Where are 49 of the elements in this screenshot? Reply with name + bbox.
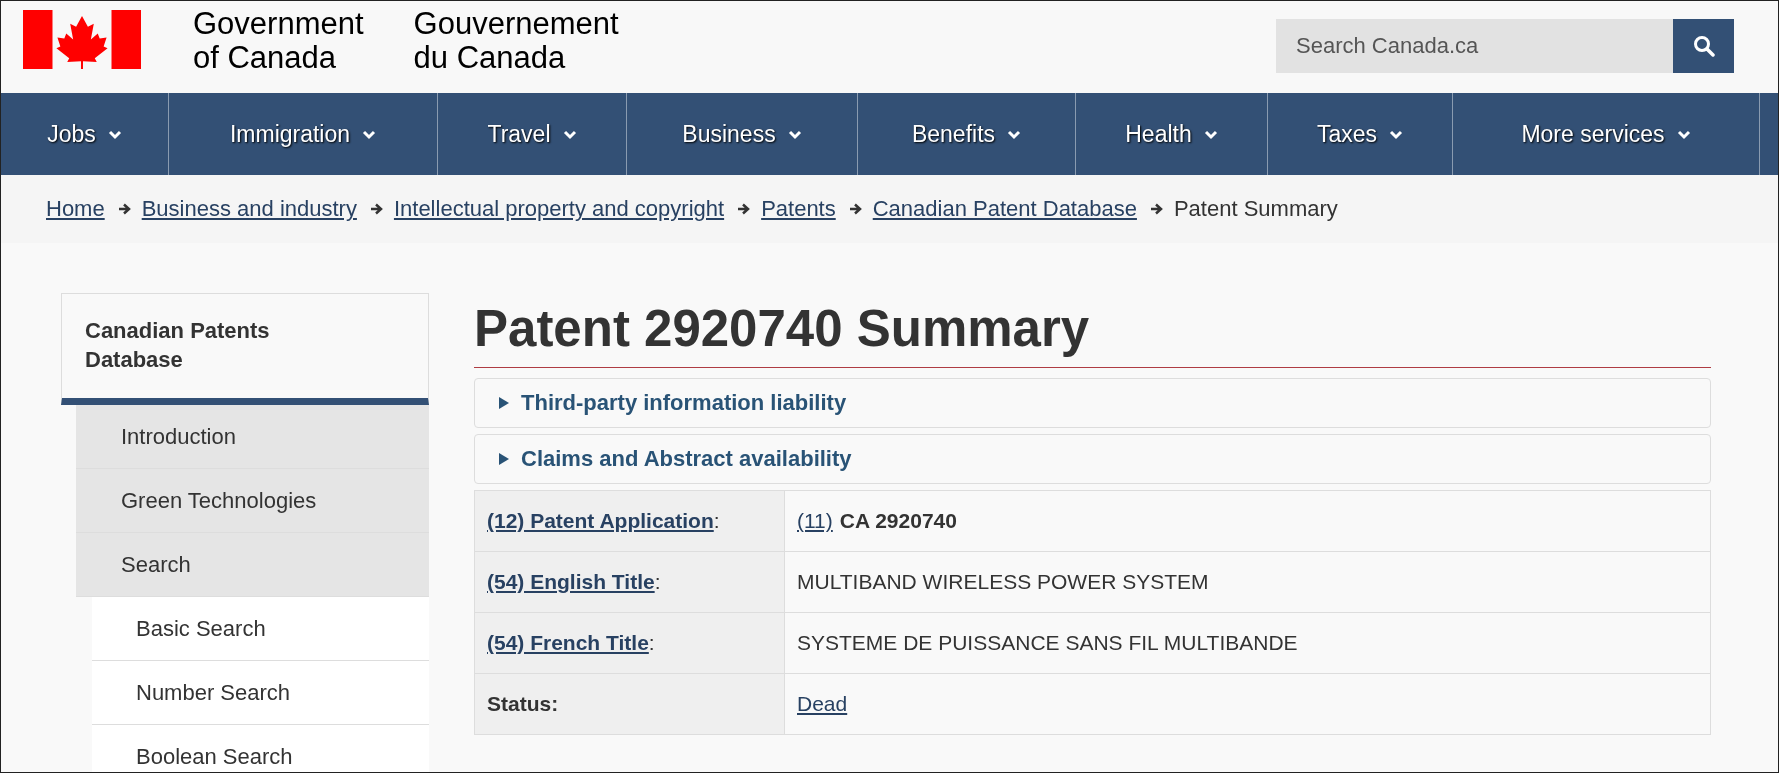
chevron-down-icon — [787, 128, 802, 140]
breadcrumb-current: Patent Summary — [1173, 196, 1338, 222]
site-title: Gouvernement du Canada — [413, 7, 619, 75]
field-link[interactable]: (54) French Title — [487, 631, 649, 655]
arrow-right-icon — [737, 203, 752, 215]
colon-text: : — [713, 509, 720, 533]
page-title: Patent 2920740 Summary — [474, 293, 1711, 368]
chevron-down-icon — [107, 128, 122, 140]
sidebar-item[interactable]: Basic Search — [92, 597, 429, 661]
arrow-right-icon — [117, 203, 132, 215]
search-button[interactable] — [1673, 19, 1734, 73]
breadcrumb-link[interactable]: Patents — [761, 196, 836, 222]
expandable-section[interactable]: Third-party information liability — [474, 378, 1711, 428]
sidebar-item[interactable]: Green Technologies — [76, 469, 429, 533]
arrow-right-icon — [848, 203, 863, 215]
field-value: SYSTEME DE PUISSANCE SANS FIL MULTIBANDE — [797, 631, 1298, 655]
chevron-down-icon — [1007, 128, 1022, 140]
breadcrumb-link[interactable]: Intellectual property and copyright — [393, 196, 725, 222]
reference-link[interactable]: (11) — [797, 509, 833, 533]
colon-text: : — [551, 692, 559, 716]
arrow-right-icon — [369, 203, 384, 215]
colon-text: : — [648, 631, 655, 655]
chevron-down-icon — [1203, 128, 1218, 140]
breadcrumb-link[interactable]: Canadian Patent Database — [872, 196, 1137, 222]
field-value: MULTIBAND WIRELESS POWER SYSTEM — [797, 570, 1209, 594]
sidebar-item[interactable]: Boolean Search — [92, 725, 429, 772]
field-link[interactable]: (54) English Title — [487, 570, 655, 594]
field-label: Status — [487, 692, 552, 716]
breadcrumb-link[interactable]: Business and industry — [141, 196, 357, 222]
field-value: CA 2920740 — [839, 509, 957, 533]
flag-icon — [23, 10, 141, 69]
sidebar-item[interactable]: Search — [76, 533, 429, 597]
status-link[interactable]: Dead — [797, 692, 848, 716]
breadcrumb-link[interactable]: Home — [46, 196, 105, 222]
expandable-section[interactable]: Claims and Abstract availability — [474, 434, 1711, 484]
triangle-right-icon — [498, 453, 510, 465]
site-title: Government of Canada — [193, 7, 364, 75]
search-field[interactable]: Search Canada.ca — [1276, 19, 1673, 73]
chevron-down-icon — [562, 128, 577, 140]
arrow-right-icon — [1149, 203, 1164, 215]
field-link[interactable]: (12) Patent Application — [487, 509, 714, 533]
chevron-down-icon — [1389, 128, 1404, 140]
colon-text: : — [654, 570, 661, 594]
search-icon — [1692, 35, 1715, 57]
chevron-down-icon — [1676, 128, 1691, 140]
chevron-down-icon — [362, 128, 377, 140]
sidebar-item[interactable]: Number Search — [92, 661, 429, 725]
triangle-right-icon — [498, 397, 510, 409]
sidebar-item[interactable]: Introduction — [76, 405, 429, 469]
